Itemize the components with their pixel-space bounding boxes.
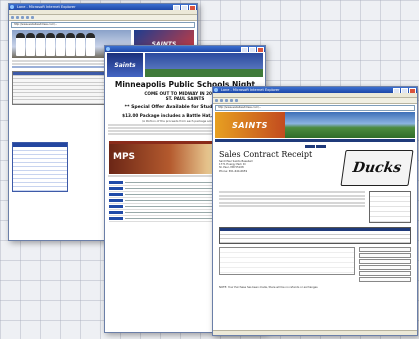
title-bar[interactable]: Lone - Microsoft Internet Explorer: [9, 4, 197, 10]
window-title: Lone - Microsoft Internet Explorer: [17, 5, 76, 9]
maximize-icon[interactable]: [401, 87, 408, 93]
forward-icon[interactable]: [16, 16, 19, 19]
close-icon[interactable]: [409, 87, 416, 93]
refresh-icon[interactable]: [26, 16, 29, 19]
close-icon[interactable]: [189, 4, 196, 10]
ie-icon: [106, 47, 110, 51]
stop-icon[interactable]: [225, 99, 228, 102]
forward-icon[interactable]: [220, 99, 223, 102]
window-controls: [393, 87, 416, 93]
window-title: Lone - Microsoft Internet Explorer: [221, 88, 280, 92]
seating-grid: [12, 142, 68, 192]
title-bar[interactable]: Lone - Microsoft Internet Explorer: [213, 87, 417, 93]
nav-bar[interactable]: [215, 139, 415, 142]
window-controls: [173, 4, 196, 10]
toolbar[interactable]: [9, 15, 197, 21]
maximize-icon[interactable]: [249, 46, 256, 52]
stop-icon[interactable]: [21, 16, 24, 19]
saints-logo: SAINTS: [215, 112, 285, 138]
back-icon[interactable]: [215, 99, 218, 102]
print-button[interactable]: [304, 145, 315, 148]
close-icon[interactable]: [257, 46, 264, 52]
refund-note: NOTE: Your Purchase has been made, there…: [219, 286, 318, 289]
status-bar: [213, 330, 417, 335]
seller-address: Saint Paul Saints Baseball 1771 Energy P…: [219, 160, 312, 173]
saints-logo: Saints: [107, 53, 143, 77]
browser-window-3[interactable]: Lone - Microsoft Internet Explorer http:…: [212, 86, 418, 336]
address-line: Phone: 651-644-6659: [219, 169, 248, 173]
address-bar[interactable]: http://www.websiteaddress.com/...: [215, 105, 415, 111]
back-icon[interactable]: [11, 16, 14, 19]
toolbar[interactable]: [213, 98, 417, 104]
page-content: SAINTS Sales Contract Receipt Saint Paul…: [213, 112, 417, 289]
order-summary-box: [369, 191, 411, 223]
maximize-icon[interactable]: [181, 4, 188, 10]
title-bar[interactable]: [105, 46, 265, 52]
table-row: [220, 239, 410, 243]
stadium-photo: [145, 53, 263, 77]
ducks-logo: Ducks: [340, 150, 414, 186]
totals-section: [219, 247, 411, 283]
refresh-icon[interactable]: [230, 99, 233, 102]
saints-banner: SAINTS: [215, 112, 415, 138]
minimize-icon[interactable]: [393, 87, 400, 93]
window-controls: [241, 46, 264, 52]
receipt-header: Sales Contract Receipt Saint Paul Saints…: [219, 150, 414, 186]
receipt-buttons: [219, 145, 411, 148]
home-icon[interactable]: [235, 99, 238, 102]
home-icon[interactable]: [31, 16, 34, 19]
mps-logo: MPS: [113, 152, 136, 162]
customer-section: [219, 191, 411, 223]
ballpark-photo: [285, 112, 415, 138]
totals-column: [359, 247, 411, 283]
ie-icon: [214, 88, 218, 92]
minimize-icon[interactable]: [241, 46, 248, 52]
address-bar[interactable]: http://www.websiteaddress.com/...: [11, 22, 195, 28]
line-items-table: [219, 227, 411, 244]
saints-banner: Saints: [107, 53, 263, 77]
minimize-icon[interactable]: [173, 4, 180, 10]
receipt: Sales Contract Receipt Saint Paul Saints…: [219, 145, 414, 289]
receipt-title: Sales Contract Receipt: [219, 150, 313, 159]
close-button[interactable]: [315, 145, 326, 148]
grid-header: [13, 143, 67, 147]
customer-info: [219, 191, 365, 223]
ie-icon: [10, 5, 14, 9]
payment-details: [219, 247, 355, 275]
